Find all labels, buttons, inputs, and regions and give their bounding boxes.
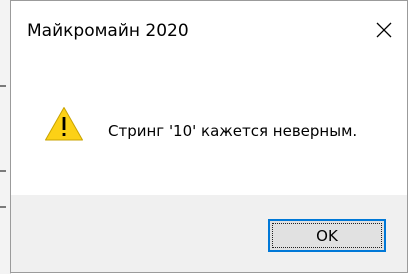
background-mark [0, 206, 6, 208]
dialog-content: Стринг '10' кажется неверным. [11, 59, 407, 195]
ok-button[interactable]: OK [268, 219, 386, 252]
background-mark [0, 85, 6, 87]
background-mark [0, 170, 6, 172]
close-button[interactable] [361, 1, 407, 59]
warning-icon [45, 107, 83, 141]
close-icon [376, 22, 392, 38]
dialog-footer: OK [11, 195, 407, 272]
dialog-message: Стринг '10' кажется неверным. [108, 122, 358, 140]
dialog-title: Майкромайн 2020 [27, 21, 189, 41]
dialog-titlebar[interactable]: Майкромайн 2020 [11, 1, 407, 59]
message-dialog: Майкромайн 2020 Стринг '10' кажется неве… [10, 0, 408, 273]
